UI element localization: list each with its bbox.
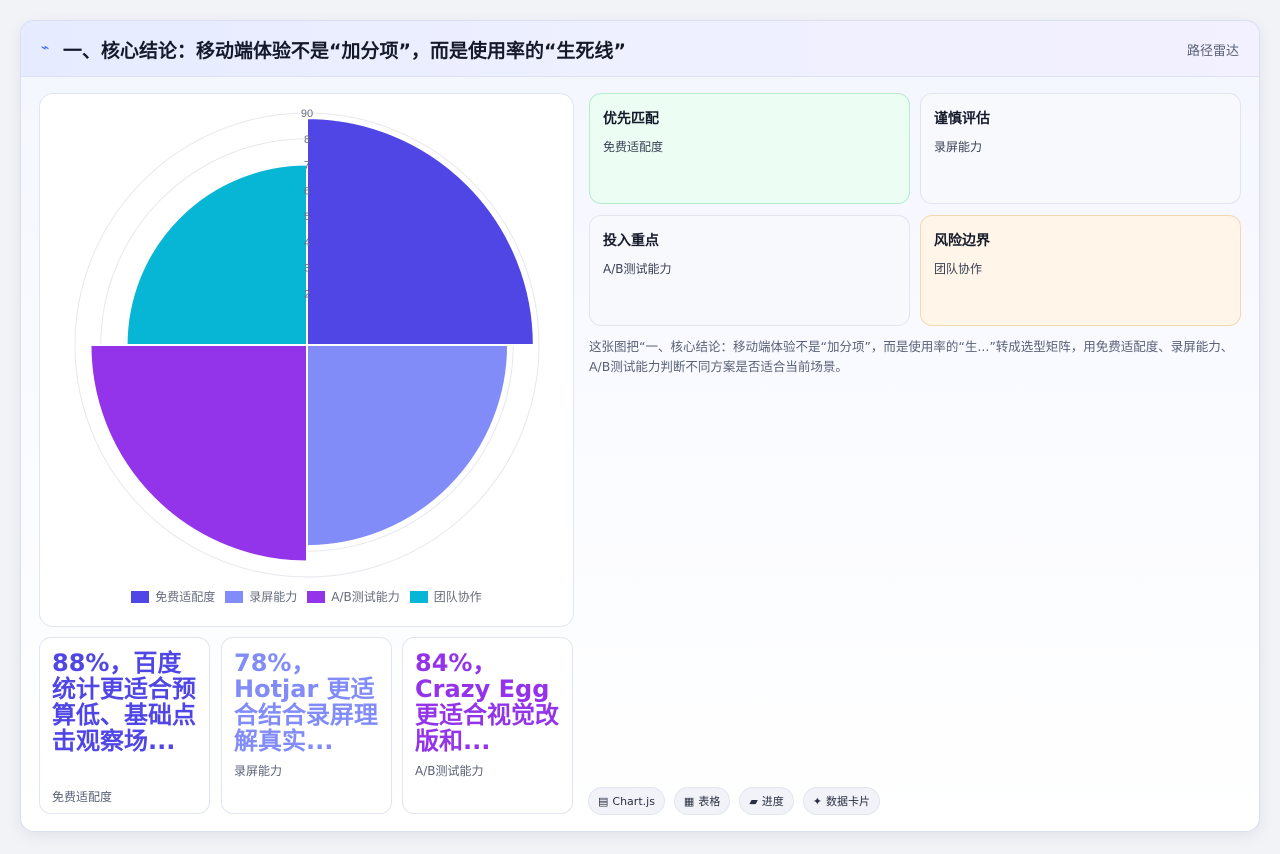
legend-label-0: 免费适配度 bbox=[155, 590, 216, 604]
matrix-card-careful: 谨慎评估 录屏能力 bbox=[920, 93, 1241, 204]
legend-label-2: A/B测试能力 bbox=[331, 590, 400, 604]
r-tick-label: 8 bbox=[304, 134, 310, 146]
stat-label-0: 免费适配度 bbox=[52, 790, 113, 804]
legend-item-3[interactable]: 团队协作 bbox=[409, 588, 482, 605]
badge-label-2: 进度 bbox=[761, 795, 784, 808]
legend-item-0[interactable]: 免费适配度 bbox=[131, 588, 215, 605]
table-icon: ▤ bbox=[598, 794, 609, 808]
legend-label-3: 团队协作 bbox=[433, 590, 482, 604]
legend-item-2[interactable]: A/B测试能力 bbox=[307, 588, 400, 605]
matrix-title-3: 风险边界 bbox=[934, 233, 990, 249]
r-tick-label: 5 bbox=[304, 211, 310, 223]
stat-card-1: 78%，Hotjar 更适合结合录屏理解真实... 录屏能力 bbox=[221, 637, 392, 814]
stat-cards: 88%，百度统计更适合预算低、基础点击观察场... 免费适配度 78%，Hotj… bbox=[39, 637, 574, 814]
matrix-sub-1: 录屏能力 bbox=[934, 140, 983, 154]
matrix-card-risk: 风险边界 团队协作 bbox=[920, 215, 1241, 326]
r-tick-label: 4 bbox=[304, 237, 310, 249]
radar-link[interactable]: 路径雷达 bbox=[1187, 40, 1239, 59]
badge-chartjs[interactable]: ▤ Chart.js bbox=[588, 787, 665, 815]
polar-area-chart: 90 8 7 6 5 4 3 2 bbox=[74, 108, 540, 578]
matrix-sub-3: 团队协作 bbox=[934, 262, 983, 276]
badge-label-3: 数据卡片 bbox=[826, 795, 871, 808]
lightning-icon: ⌁ bbox=[41, 40, 50, 56]
section-header: ⌁ 一、核心结论：移动端体验不是“加分项”，而是使用率的“生死线” 路径雷达 bbox=[21, 21, 1259, 77]
legend-label-1: 录屏能力 bbox=[249, 590, 298, 604]
grid-icon: ▦ bbox=[683, 794, 695, 808]
badge-table[interactable]: ▦ 表格 bbox=[673, 787, 731, 815]
stat-card-0: 88%，百度统计更适合预算低、基础点击观察场... 免费适配度 bbox=[39, 637, 210, 814]
r-tick-label: 2 bbox=[304, 288, 310, 300]
legend-swatch-0 bbox=[131, 590, 150, 603]
legend-swatch-3 bbox=[409, 590, 428, 603]
badge-progress[interactable]: ▰ 进度 bbox=[739, 787, 794, 815]
page-title: 一、核心结论：移动端体验不是“加分项”，而是使用率的“生死线” bbox=[63, 40, 626, 62]
polar-segment-3[interactable] bbox=[125, 163, 308, 346]
matrix-title-1: 谨慎评估 bbox=[934, 111, 990, 127]
r-tick-label: 90 bbox=[301, 108, 313, 120]
tech-badges: ▤ Chart.js ▦ 表格 ▰ 进度 ✦ 数据卡片 bbox=[588, 787, 881, 815]
polar-segment-1[interactable] bbox=[306, 344, 510, 548]
chart-summary: 这张图把“一、核心结论：移动端体验不是“加分项”，而是使用率的“生...”转成选… bbox=[589, 339, 1234, 374]
stat-label-2: A/B测试能力 bbox=[415, 764, 484, 778]
chart-legend: 免费适配度 录屏能力 A/B测试能力 团队协作 bbox=[40, 588, 573, 605]
matrix-title-2: 投入重点 bbox=[603, 233, 659, 249]
matrix-card-priority: 优先匹配 免费适配度 bbox=[589, 93, 910, 204]
progress-icon: ▰ bbox=[749, 794, 758, 808]
stat-value-2: 84%，Crazy Egg 更适合视觉改版和... bbox=[415, 650, 559, 754]
sparkle-icon: ✦ bbox=[812, 794, 823, 808]
badge-data-card[interactable]: ✦ 数据卡片 bbox=[802, 787, 881, 815]
r-tick-label: 3 bbox=[304, 263, 310, 275]
stat-card-2: 84%，Crazy Egg 更适合视觉改版和... A/B测试能力 bbox=[402, 637, 573, 814]
matrix-sub-2: A/B测试能力 bbox=[603, 262, 672, 276]
stat-value-1: 78%，Hotjar 更适合结合录屏理解真实... bbox=[234, 650, 378, 754]
polar-segment-2[interactable] bbox=[89, 344, 308, 563]
legend-item-1[interactable]: 录屏能力 bbox=[225, 588, 297, 605]
stat-label-1: 录屏能力 bbox=[234, 764, 283, 778]
polar-segment-0[interactable] bbox=[306, 117, 535, 346]
legend-swatch-2 bbox=[307, 590, 326, 603]
polar-chart-panel: 90 8 7 6 5 4 3 2 免费适配度 录屏能力 A/B测试能力 团队协作 bbox=[39, 93, 574, 627]
matrix-title-0: 优先匹配 bbox=[603, 111, 659, 127]
matrix-card-invest: 投入重点 A/B测试能力 bbox=[589, 215, 910, 326]
r-tick-label: 7 bbox=[304, 160, 310, 172]
main-card: ⌁ 一、核心结论：移动端体验不是“加分项”，而是使用率的“生死线” 路径雷达 9… bbox=[20, 20, 1260, 832]
legend-swatch-1 bbox=[225, 590, 244, 603]
matrix-sub-0: 免费适配度 bbox=[603, 140, 664, 154]
r-tick-label: 6 bbox=[304, 185, 310, 197]
stat-value-0: 88%，百度统计更适合预算低、基础点击观察场... bbox=[52, 650, 196, 755]
badge-label-0: Chart.js bbox=[612, 794, 655, 808]
badge-label-1: 表格 bbox=[698, 795, 721, 808]
